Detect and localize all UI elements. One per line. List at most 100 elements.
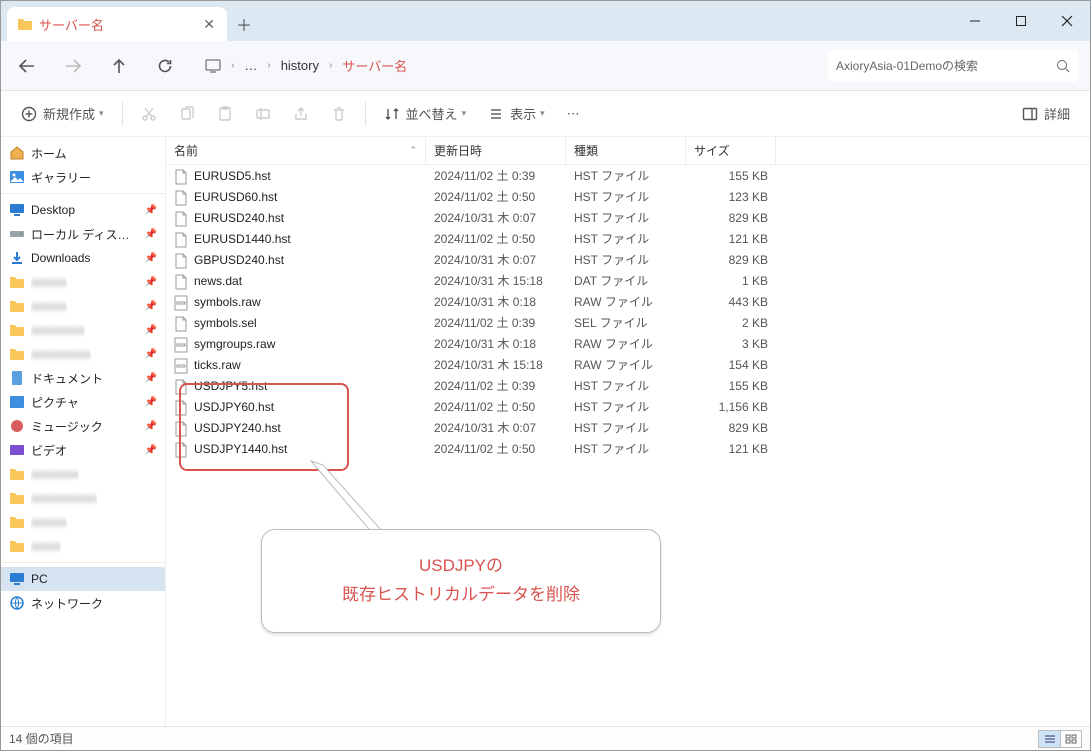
- rename-button[interactable]: [247, 98, 279, 130]
- minimize-button[interactable]: [952, 1, 998, 41]
- column-header-type[interactable]: 種類: [566, 137, 686, 164]
- file-name: symbols.sel: [194, 316, 257, 330]
- file-date: 2024/10/31 木 0:07: [426, 251, 566, 268]
- file-row[interactable]: symbols.raw2024/10/31 木 0:18RAW ファイル443 …: [166, 291, 1090, 312]
- details-pane-button[interactable]: 詳細: [1014, 98, 1078, 130]
- sidebar-item-documents[interactable]: ドキュメント📌: [1, 366, 165, 390]
- sidebar-item-folder[interactable]: xxxxxx📌: [1, 270, 165, 294]
- monitor-icon: [205, 59, 221, 73]
- folder-icon: [17, 17, 33, 31]
- chevron-down-icon: ▾: [462, 108, 467, 119]
- column-header-name[interactable]: 名前⌃: [166, 137, 426, 164]
- folder-icon: [9, 490, 25, 506]
- column-header-size[interactable]: サイズ: [686, 137, 776, 164]
- sidebar-item-pictures[interactable]: ピクチャ📌: [1, 390, 165, 414]
- details-view-button[interactable]: [1038, 730, 1060, 748]
- details-label: 詳細: [1044, 104, 1070, 123]
- sidebar-item-folder[interactable]: xxxxxxxxxx📌: [1, 342, 165, 366]
- sidebar-item-folder[interactable]: xxxxxx📌: [1, 294, 165, 318]
- file-row[interactable]: ticks.raw2024/10/31 木 15:18RAW ファイル154 K…: [166, 354, 1090, 375]
- desktop-icon: [9, 202, 25, 218]
- tab-close-button[interactable]: ✕: [201, 14, 217, 35]
- file-icon: [174, 190, 188, 204]
- file-row[interactable]: GBPUSD240.hst2024/10/31 木 0:07HST ファイル82…: [166, 249, 1090, 270]
- forward-button[interactable]: [59, 52, 87, 80]
- sidebar-item-network[interactable]: ネットワーク: [1, 591, 165, 615]
- breadcrumb-seg-history[interactable]: history: [281, 58, 319, 73]
- sidebar-item-folder[interactable]: xxxxxxxx: [1, 462, 165, 486]
- sidebar-item-desktop[interactable]: Desktop📌: [1, 198, 165, 222]
- sidebar-item-folder[interactable]: xxxxxxxxxxx: [1, 486, 165, 510]
- breadcrumb-seg-server[interactable]: サーバー名: [342, 56, 407, 75]
- file-name: USDJPY1440.hst: [194, 442, 287, 456]
- copy-button[interactable]: [171, 98, 203, 130]
- file-type: HST ファイル: [566, 167, 686, 184]
- sidebar-item-music[interactable]: ミュージック📌: [1, 414, 165, 438]
- file-type: HST ファイル: [566, 230, 686, 247]
- file-row[interactable]: symgroups.raw2024/10/31 木 0:18RAW ファイル3 …: [166, 333, 1090, 354]
- file-row[interactable]: USDJPY60.hst2024/11/02 土 0:50HST ファイル1,1…: [166, 396, 1090, 417]
- search-input[interactable]: AxioryAsia-01Demoの検索: [828, 50, 1078, 82]
- sidebar-item-localdisk[interactable]: ローカル ディスク (C:)📌: [1, 222, 165, 246]
- file-row[interactable]: USDJPY240.hst2024/10/31 木 0:07HST ファイル82…: [166, 417, 1090, 438]
- file-row[interactable]: USDJPY5.hst2024/11/02 土 0:39HST ファイル155 …: [166, 375, 1090, 396]
- sort-button[interactable]: 並べ替え ▾: [376, 98, 475, 130]
- file-row[interactable]: USDJPY1440.hst2024/11/02 土 0:50HST ファイル1…: [166, 438, 1090, 459]
- back-button[interactable]: [13, 52, 41, 80]
- file-row[interactable]: EURUSD240.hst2024/10/31 木 0:07HST ファイル82…: [166, 207, 1090, 228]
- sort-asc-icon: ⌃: [409, 145, 417, 156]
- refresh-button[interactable]: [151, 52, 179, 80]
- gallery-icon: [9, 169, 25, 185]
- search-placeholder: AxioryAsia-01Demoの検索: [836, 57, 1056, 74]
- view-button[interactable]: 表示 ▾: [480, 98, 553, 130]
- file-row[interactable]: news.dat2024/10/31 木 15:18DAT ファイル1 KB: [166, 270, 1090, 291]
- up-button[interactable]: [105, 52, 133, 80]
- sidebar-item-home[interactable]: ホーム: [1, 141, 165, 165]
- new-button[interactable]: 新規作成 ▾: [13, 98, 112, 130]
- column-header-date[interactable]: 更新日時: [426, 137, 566, 164]
- file-type: RAW ファイル: [566, 293, 686, 310]
- callout-line2: 既存ヒストリカルデータを削除: [286, 581, 636, 610]
- new-tab-button[interactable]: ＋: [227, 7, 261, 41]
- file-row[interactable]: symbols.sel2024/11/02 土 0:39SEL ファイル2 KB: [166, 312, 1090, 333]
- pin-icon: 📌: [145, 301, 157, 312]
- breadcrumb[interactable]: › … › history › サーバー名: [197, 56, 810, 75]
- sidebar-item-pc[interactable]: PC: [1, 567, 165, 591]
- sidebar-item-folder[interactable]: xxxxx: [1, 534, 165, 558]
- toolbar: 新規作成 ▾ 並べ替え ▾ 表示 ▾ ⋯ 詳細: [1, 91, 1090, 137]
- file-date: 2024/11/02 土 0:50: [426, 440, 566, 457]
- file-type: HST ファイル: [566, 440, 686, 457]
- file-row[interactable]: EURUSD5.hst2024/11/02 土 0:39HST ファイル155 …: [166, 165, 1090, 186]
- sidebar-item-folder[interactable]: xxxxxx: [1, 510, 165, 534]
- sidebar-item-downloads[interactable]: Downloads📌: [1, 246, 165, 270]
- pc-icon: [9, 571, 25, 587]
- file-type: HST ファイル: [566, 398, 686, 415]
- file-row[interactable]: EURUSD60.hst2024/11/02 土 0:50HST ファイル123…: [166, 186, 1090, 207]
- pin-icon: 📌: [145, 277, 157, 288]
- cut-button[interactable]: [133, 98, 165, 130]
- file-icon: [174, 421, 188, 435]
- sidebar-item-folder[interactable]: xxxxxxxxx📌: [1, 318, 165, 342]
- breadcrumb-overflow[interactable]: …: [244, 58, 257, 73]
- close-button[interactable]: [1044, 1, 1090, 41]
- paste-button[interactable]: [209, 98, 241, 130]
- column-headers: 名前⌃ 更新日時 種類 サイズ: [166, 137, 1090, 165]
- window-tab[interactable]: サーバー名 ✕: [7, 7, 227, 41]
- file-size: 121 KB: [686, 232, 776, 246]
- file-row[interactable]: EURUSD1440.hst2024/11/02 土 0:50HST ファイル1…: [166, 228, 1090, 249]
- icons-view-button[interactable]: [1060, 730, 1082, 748]
- maximize-button[interactable]: [998, 1, 1044, 41]
- file-name: symbols.raw: [194, 295, 261, 309]
- file-size: 829 KB: [686, 421, 776, 435]
- file-icon: [174, 253, 188, 267]
- status-item-count: 14 個の項目: [9, 730, 74, 747]
- folder-icon: [9, 538, 25, 554]
- more-button[interactable]: ⋯: [559, 98, 588, 130]
- sidebar-item-videos[interactable]: ビデオ📌: [1, 438, 165, 462]
- file-type: HST ファイル: [566, 377, 686, 394]
- file-icon: [174, 169, 188, 183]
- delete-button[interactable]: [323, 98, 355, 130]
- file-date: 2024/10/31 木 15:18: [426, 272, 566, 289]
- share-button[interactable]: [285, 98, 317, 130]
- sidebar-item-gallery[interactable]: ギャラリー: [1, 165, 165, 189]
